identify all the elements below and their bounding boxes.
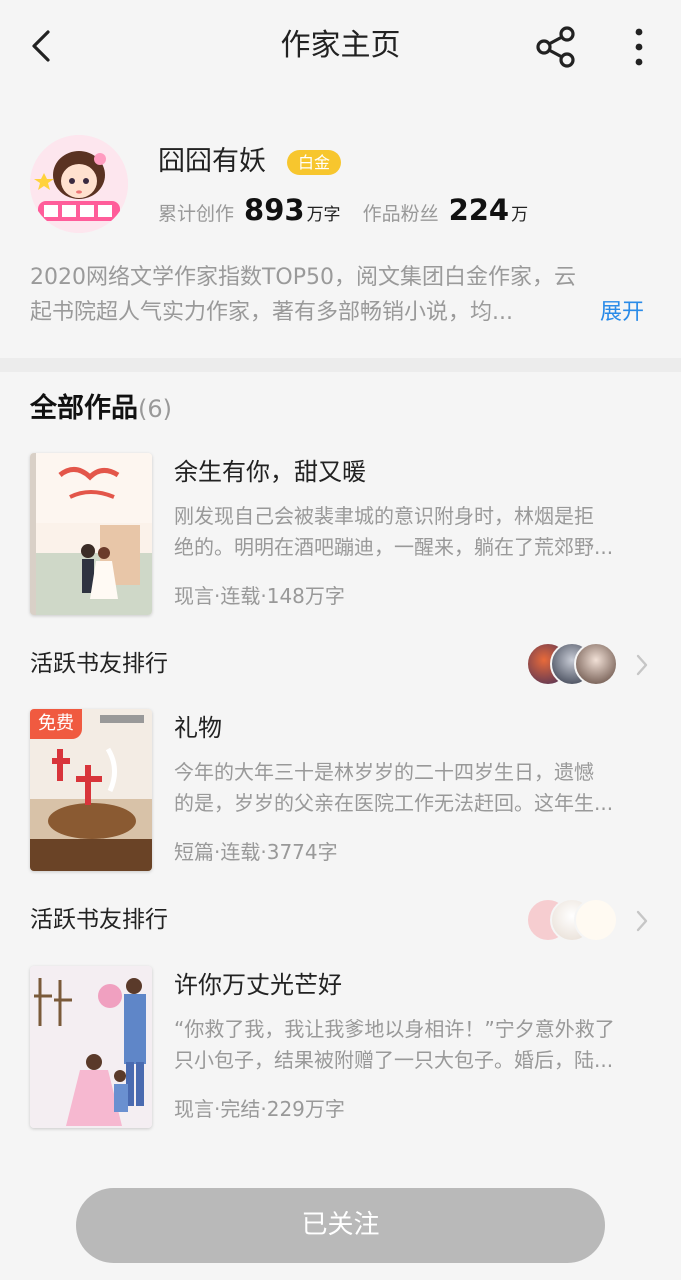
level-badge: 白金 [287,150,342,175]
author-avatar[interactable] [30,135,128,233]
expand-bio-link[interactable]: 展开 [600,295,644,330]
works-count: (6) [138,395,172,423]
book-cover[interactable]: 免费 [30,709,152,871]
book-cover[interactable] [30,966,152,1128]
top-bar: 作家主页 [0,0,681,92]
book-item[interactable]: 余生有你，甜又暖 刚发现自己会被裴聿城的意识附身时，林烟是拒 绝的。明明在酒吧蹦… [30,453,650,615]
stat-label-fans: 作品粉丝 [362,203,439,225]
fan-rank-label: 活跃书友排行 [30,907,168,933]
book-cover[interactable] [30,453,152,615]
author-stats: 累计创作 893 万字 作品粉丝 224 万 [158,193,528,233]
fan-rank-label: 活跃书友排行 [30,651,168,677]
book-description: 刚发现自己会被裴聿城的意识附身时，林烟是拒 绝的。明明在酒吧蹦迪，一醒来，躺在了… [174,501,650,563]
fan-rank-row[interactable]: 活跃书友排行 [30,896,650,948]
desc-line: 绝的。明明在酒吧蹦迪，一醒来，躺在了荒郊野... [174,535,614,559]
fan-rank-row[interactable]: 活跃书友排行 [30,640,650,692]
author-name: 囧囧有妖 [158,146,266,177]
stat-value-works: 893 [244,193,305,227]
more-vertical-icon[interactable] [624,24,654,70]
works-title: 全部作品 [30,393,138,424]
stat-unit-fans: 万 [511,205,529,225]
book-item[interactable]: 许你万丈光芒好 “你救了我，我让我爹地以身相许！”宁夕意外救了 只小包子，结果被… [30,966,650,1128]
bottom-bar: 已关注 [0,1168,681,1280]
author-bio: 2020网络文学作家指数TOP50，阅文集团白金作家，云 起书院超人气实力作家，… [30,260,590,330]
book-meta: 短篇·连载·3774字 [174,840,338,864]
book-title[interactable]: 礼物 [174,711,222,745]
book-meta: 现言·完结·229万字 [174,1097,345,1121]
book-description: 今年的大年三十是林岁岁的二十四岁生日，遗憾 的是，岁岁的父亲在医院工作无法赶回。… [174,757,650,819]
chevron-right-icon [636,910,648,932]
fan-avatar [574,642,618,686]
follow-button[interactable]: 已关注 [76,1188,605,1263]
stat-value-fans: 224 [448,193,510,227]
desc-line: 刚发现自己会被裴聿城的意识附身时，林烟是拒 [174,504,594,528]
book-title[interactable]: 余生有你，甜又暖 [174,455,366,489]
bio-line: 起书院超人气实力作家，著有多部畅销小说，均... [30,300,513,325]
book-description: “你救了我，我让我爹地以身相许！”宁夕意外救了 只小包子，结果被附赠了一只大包子… [174,1014,650,1076]
stat-label-works: 累计创作 [158,203,235,225]
book-title[interactable]: 许你万丈光芒好 [174,968,342,1002]
bio-line: 2020网络文学作家指数TOP50，阅文集团白金作家，云 [30,265,577,290]
desc-line: “你救了我，我让我爹地以身相许！”宁夕意外救了 [174,1017,615,1041]
fan-avatars [526,640,626,688]
works-section-title: 全部作品(6) [30,388,172,430]
book-meta: 现言·连载·148万字 [174,584,345,608]
share-icon[interactable] [532,24,580,70]
free-tag: 免费 [30,709,82,739]
chevron-right-icon [636,654,648,676]
desc-line: 的是，岁岁的父亲在医院工作无法赶回。这年生... [174,791,614,815]
fan-avatars [526,896,626,944]
desc-line: 只小包子，结果被附赠了一只大包子。婚后，陆... [174,1048,614,1072]
fan-avatar [574,898,618,942]
stat-unit-works: 万字 [306,205,341,225]
book-item[interactable]: 免费 礼物 今年的大年三十是林岁岁的二十四岁生日，遗憾 的是，岁岁的父亲在医院工… [30,709,650,871]
desc-line: 今年的大年三十是林岁岁的二十四岁生日，遗憾 [174,760,594,784]
section-divider [0,358,681,372]
